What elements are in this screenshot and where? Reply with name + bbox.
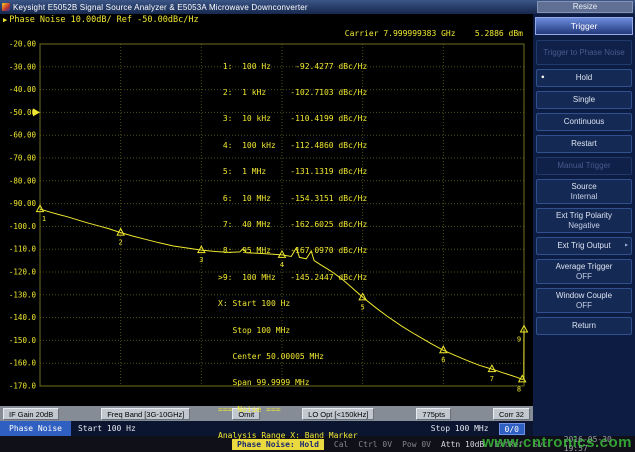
- trace-marker-9: 9: [517, 326, 528, 344]
- y-axis-tick-label: -160.0: [9, 359, 37, 368]
- y-axis-tick-label: -100.0: [9, 222, 37, 231]
- y-axis-tick-label: -90.00: [9, 199, 37, 208]
- y-axis-tick-label: -170.0: [9, 382, 37, 391]
- readout-line: === Noise ===: [218, 406, 382, 415]
- softkey-ext-trig-output[interactable]: Ext Trig Output ▸: [536, 237, 632, 255]
- average-counter-badge: 0/0: [499, 423, 525, 435]
- softkey-window-couple[interactable]: Window Couple OFF: [536, 288, 632, 313]
- trace-marker-1: 1: [37, 205, 47, 223]
- readout-line: 8: 95 MHz -167.0970 dBc/Hz: [218, 247, 382, 256]
- svg-text:7: 7: [490, 375, 494, 383]
- svg-text:1: 1: [42, 215, 46, 223]
- y-axis-tick-label: -40.00: [9, 85, 37, 94]
- readout-line: Analysis Range X: Band Marker: [218, 432, 382, 441]
- power-voltage-status: Pow 0V: [402, 440, 431, 449]
- readout-line: >9: 100 MHz -145.2447 dBc/Hz: [218, 274, 382, 283]
- y-axis-tick-label: -110.0: [9, 245, 37, 254]
- softkey-return[interactable]: Return: [536, 317, 632, 335]
- softkey-trigger-to-phase-noise: Trigger to Phase Noise: [536, 40, 632, 65]
- svg-text:8: 8: [517, 385, 521, 393]
- y-axis-tick-label: -140.0: [9, 313, 37, 322]
- y-axis-tick-label: -70.00: [9, 154, 37, 163]
- readout-line: 3: 10 kHz -110.4199 dBc/Hz: [218, 115, 382, 124]
- y-axis-tick-label: -80.00: [9, 176, 37, 185]
- y-axis-tick-label: -50.00: [9, 108, 37, 117]
- svg-text:3: 3: [199, 256, 203, 264]
- y-axis-tick-label: -130.0: [9, 290, 37, 299]
- freq-band-button[interactable]: Freq Band [3G-10GHz]: [101, 408, 190, 420]
- softkey-single[interactable]: Single: [536, 91, 632, 109]
- y-axis-tick-label: -30.00: [9, 62, 37, 71]
- readout-line: 6: 10 MHz -154.3151 dBc/Hz: [218, 195, 382, 204]
- stop-frequency-label: Stop 100 MHz: [431, 424, 489, 433]
- y-axis-tick-label: -120.0: [9, 268, 37, 277]
- readout-line: 4: 100 kHz -112.4860 dBc/Hz: [218, 142, 382, 151]
- active-trace-icon: ▶: [3, 16, 7, 24]
- window-title: Keysight E5052B Signal Source Analyzer &…: [13, 3, 537, 12]
- phase-noise-plot: ▶ Phase Noise 10.00dB/ Ref -50.00dBc/Hz …: [0, 14, 533, 406]
- readout-line: Center 50.00005 MHz: [218, 353, 382, 362]
- correlation-button[interactable]: Corr 32: [493, 408, 530, 420]
- readout-line: Stop 100 MHz: [218, 327, 382, 336]
- app-icon: [2, 3, 10, 11]
- trace-tab-phase-noise[interactable]: Phase Noise: [0, 421, 71, 436]
- title-bar: Keysight E5052B Signal Source Analyzer &…: [0, 0, 635, 14]
- softkey-ext-trig-polarity[interactable]: Ext Trig Polarity Negative: [536, 208, 632, 233]
- submenu-arrow-icon: ▸: [625, 241, 628, 251]
- instrument-screen: Keysight E5052B Signal Source Analyzer &…: [0, 0, 635, 452]
- softkey-menu: Trigger Trigger to Phase Noise ● Hold Si…: [533, 14, 635, 436]
- readout-line: 5: 1 MHz -131.1319 dBc/Hz: [218, 168, 382, 177]
- if-gain-button[interactable]: IF Gain 20dB: [3, 408, 59, 420]
- softkey-average-trigger[interactable]: Average Trigger OFF: [536, 259, 632, 284]
- readout-line: X: Start 100 Hz: [218, 300, 382, 309]
- readout-line: Span 99.9999 MHz: [218, 379, 382, 388]
- start-frequency-label: Start 100 Hz: [78, 424, 136, 433]
- softkey-restart[interactable]: Restart: [536, 135, 632, 153]
- readout-line: 7: 40 MHz -162.6025 dBc/Hz: [218, 221, 382, 230]
- watermark: www.cntronics.com: [482, 434, 632, 451]
- plot-header: ▶ Phase Noise 10.00dB/ Ref -50.00dBc/Hz: [3, 15, 199, 25]
- readout-line: 2: 1 kHz -102.7103 dBc/Hz: [218, 89, 382, 98]
- y-axis-tick-label: -20.00: [9, 40, 37, 49]
- marker-analysis-readout: 1: 100 Hz -92.4277 dBc/Hz 2: 1 kHz -102.…: [218, 45, 382, 452]
- svg-text:9: 9: [517, 336, 521, 344]
- softkey-continuous[interactable]: Continuous: [536, 113, 632, 131]
- y-axis-tick-label: -60.00: [9, 131, 37, 140]
- resize-button[interactable]: Resize: [537, 1, 633, 13]
- menu-title: Trigger: [535, 17, 633, 35]
- attenuator-status: Attn 10dB: [441, 440, 484, 449]
- y-axis-tick-label: -150.0: [9, 336, 37, 345]
- svg-text:2: 2: [119, 239, 123, 247]
- points-button[interactable]: 775pts: [416, 408, 451, 420]
- softkey-manual-trigger: Manual Trigger: [536, 157, 632, 175]
- scale-ref-label: Phase Noise 10.00dB/ Ref -50.00dBc/Hz: [9, 15, 198, 25]
- softkey-hold[interactable]: ● Hold: [536, 69, 632, 87]
- softkey-source[interactable]: Source Internal: [536, 179, 632, 204]
- selected-bullet-icon: ●: [541, 73, 545, 83]
- readout-line: 1: 100 Hz -92.4277 dBc/Hz: [218, 63, 382, 72]
- ref-level-arrow-icon: [33, 108, 40, 116]
- carrier-readout: Carrier 7.999999383 GHz 5.2886 dBm: [345, 29, 523, 38]
- svg-text:6: 6: [441, 356, 445, 364]
